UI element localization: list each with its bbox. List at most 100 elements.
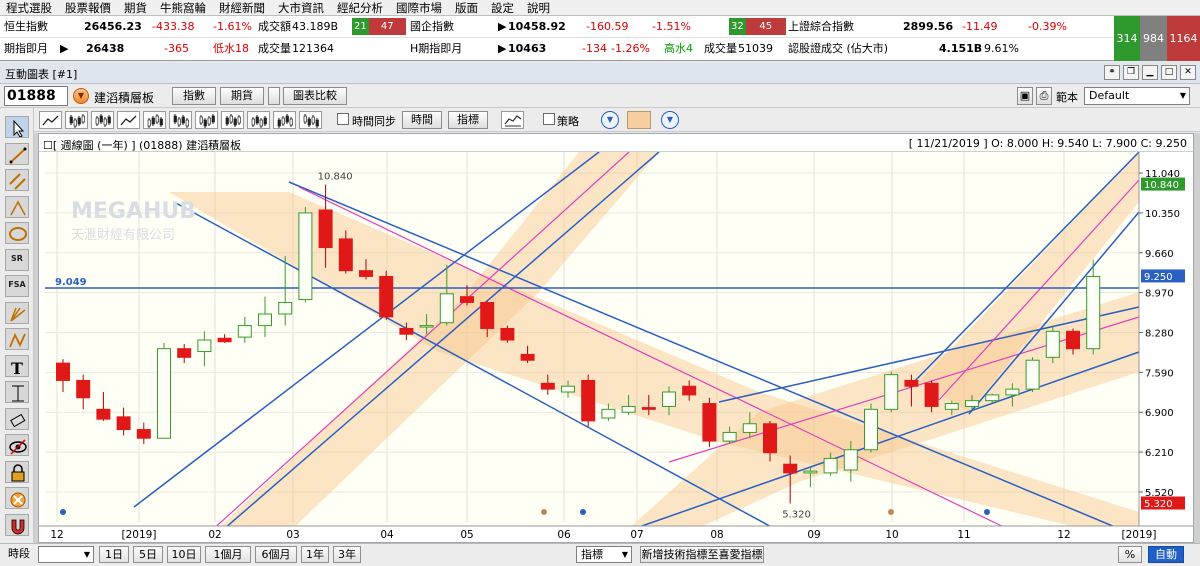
indicator-button[interactable]: 指標 — [448, 111, 488, 129]
candle-body-45 — [965, 400, 979, 407]
fsa-tool[interactable]: FSA — [5, 275, 29, 297]
warrant-turnover-label[interactable]: 認股證成交 (佔大市) — [788, 42, 888, 56]
futures-change: -365 — [164, 42, 189, 55]
eraser-tool[interactable] — [5, 407, 29, 430]
menu-item-6[interactable]: 經紀分析 — [331, 0, 390, 15]
menu-item-8[interactable]: 版面 — [449, 0, 485, 15]
strategy-checkbox[interactable] — [543, 113, 555, 125]
x-tick-label-9: 09 — [807, 529, 820, 541]
menu-item-7[interactable]: 國際市場 — [390, 0, 449, 15]
last-value-tag: 9.250 — [1144, 272, 1173, 283]
ticker-row-2: 期指即月 ▶ 26438 -365 低水18 成交量 121364 H期指即月 … — [0, 38, 1113, 60]
fill-color-swatch[interactable] — [627, 111, 651, 129]
chart-settings-icon[interactable] — [501, 111, 524, 129]
event-dot-4 — [984, 509, 990, 515]
h-futures-label[interactable]: H期指即月 — [410, 42, 462, 56]
range-5d-button[interactable]: 5日 — [133, 546, 163, 563]
lock-icon — [11, 463, 25, 481]
candle-2-icon[interactable] — [169, 111, 192, 129]
bar-volume-icon[interactable] — [143, 111, 166, 129]
index-button[interactable]: 指數 — [172, 87, 216, 105]
auto-button[interactable]: 自動 — [1148, 546, 1184, 563]
range-10d-button[interactable]: 10日 — [167, 546, 201, 563]
magnet-tool[interactable] — [5, 513, 29, 536]
candle-6-icon[interactable] — [273, 111, 296, 129]
print-icon[interactable]: ⎙ — [1036, 87, 1052, 105]
add-indicator-button[interactable]: 新增技術指標至喜愛指標 — [640, 546, 764, 563]
right-splitter[interactable] — [1194, 133, 1200, 543]
fibo-arc-tool[interactable] — [5, 195, 29, 218]
text-tool[interactable]: T — [5, 354, 29, 377]
template-select[interactable]: Default ▼ — [1084, 87, 1190, 105]
candle-body-49 — [1045, 330, 1060, 358]
svg-text:T: T — [11, 359, 23, 376]
eraser-icon — [10, 413, 26, 427]
sr-tool[interactable]: SR — [5, 248, 29, 271]
candle-icon[interactable] — [91, 111, 114, 129]
menu-item-9[interactable]: 設定 — [485, 0, 521, 15]
maximize-button[interactable]: □ — [1161, 65, 1177, 80]
time-sync-checkbox[interactable] — [337, 113, 349, 125]
candle-5-icon[interactable] — [247, 111, 270, 129]
hsi-label[interactable]: 恒生指數 — [4, 20, 48, 34]
menu-item-0[interactable]: 程式選股 — [0, 0, 59, 15]
compare-toggle[interactable] — [268, 87, 280, 105]
indicator-select[interactable]: 指標 ▼ — [576, 546, 632, 563]
code-dropdown-icon[interactable]: ▼ — [73, 88, 89, 104]
ellipse-icon — [9, 227, 27, 241]
copy-icon[interactable]: ❐ — [1123, 65, 1139, 80]
futures-button[interactable]: 期貨 — [220, 87, 264, 105]
market-ticker: 恒生指數 26456.23 -433.38 -1.61% 成交額 43.189B… — [0, 16, 1200, 61]
period-select[interactable]: ▼ — [38, 546, 94, 563]
candle-4-icon[interactable] — [221, 111, 244, 129]
chart-compare-button[interactable]: 圖表比較 — [283, 87, 347, 105]
hide-tool[interactable] — [5, 434, 29, 456]
range-tool[interactable] — [5, 381, 29, 403]
candle-7-icon[interactable] — [299, 111, 322, 129]
minimize-button[interactable]: ▁ — [1142, 65, 1158, 80]
mountain-icon[interactable] — [117, 111, 140, 129]
range-1d-button[interactable]: 1日 — [99, 546, 129, 563]
play-icon: ▶ — [498, 20, 507, 33]
range-1y-button[interactable]: 1年 — [301, 546, 329, 563]
candle-3-icon[interactable] — [195, 111, 218, 129]
percent-button[interactable]: % — [1118, 546, 1142, 563]
parallel-tool[interactable] — [5, 169, 29, 191]
fan-tool[interactable] — [5, 301, 29, 324]
stock-code-input[interactable]: 01888 — [4, 86, 68, 106]
range-3y-button[interactable]: 3年 — [333, 546, 361, 563]
ellipse-tool[interactable] — [5, 222, 29, 244]
link-icon[interactable]: ⚭ — [1104, 65, 1120, 80]
line-tool[interactable] — [5, 142, 29, 165]
pointer-tool[interactable] — [5, 116, 29, 138]
retrace-tool[interactable] — [5, 328, 29, 350]
fibo-arc-icon — [10, 199, 26, 215]
delete-tool[interactable] — [5, 487, 29, 509]
candle-body-36 — [783, 463, 798, 474]
menu-item-3[interactable]: 牛熊窩輪 — [154, 0, 213, 15]
strategy-dropdown-icon[interactable]: ▼ — [601, 111, 619, 129]
menu-item-5[interactable]: 大市資訊 — [272, 0, 331, 15]
range-1m-button[interactable]: 1個月 — [205, 546, 251, 563]
ohlc-bar-icon[interactable] — [65, 111, 88, 129]
x-tick-label-2: 02 — [208, 529, 221, 541]
menu-item-2[interactable]: 期貨 — [118, 0, 154, 15]
time-button[interactable]: 時間 — [402, 111, 442, 129]
sse-label[interactable]: 上證綜合指數 — [788, 20, 854, 34]
x-tick-label-4: 04 — [380, 529, 394, 541]
hsce-label[interactable]: 國企指數 — [410, 20, 454, 34]
warrant-turnover-value: 4.151B — [939, 42, 983, 55]
futures-label[interactable]: 期指即月 — [4, 42, 48, 56]
lock-tool[interactable] — [5, 460, 29, 483]
line-chart-icon[interactable] — [39, 111, 62, 129]
range-6m-button[interactable]: 6個月 — [255, 546, 297, 563]
close-button[interactable]: ✕ — [1180, 65, 1196, 80]
menu-item-1[interactable]: 股票報價 — [59, 0, 118, 15]
menu-item-4[interactable]: 財經新聞 — [213, 0, 272, 15]
hide-icon — [9, 439, 27, 455]
save-icon[interactable]: ▣ — [1017, 87, 1033, 105]
menu-item-10[interactable]: 說明 — [521, 0, 557, 15]
candlestick-chart[interactable]: 9.049MEGAHUB天滙財經有限公司10.8405.32011.04010.… — [39, 152, 1193, 542]
color-dropdown-icon[interactable]: ▼ — [661, 111, 679, 129]
line-icon — [9, 147, 27, 163]
